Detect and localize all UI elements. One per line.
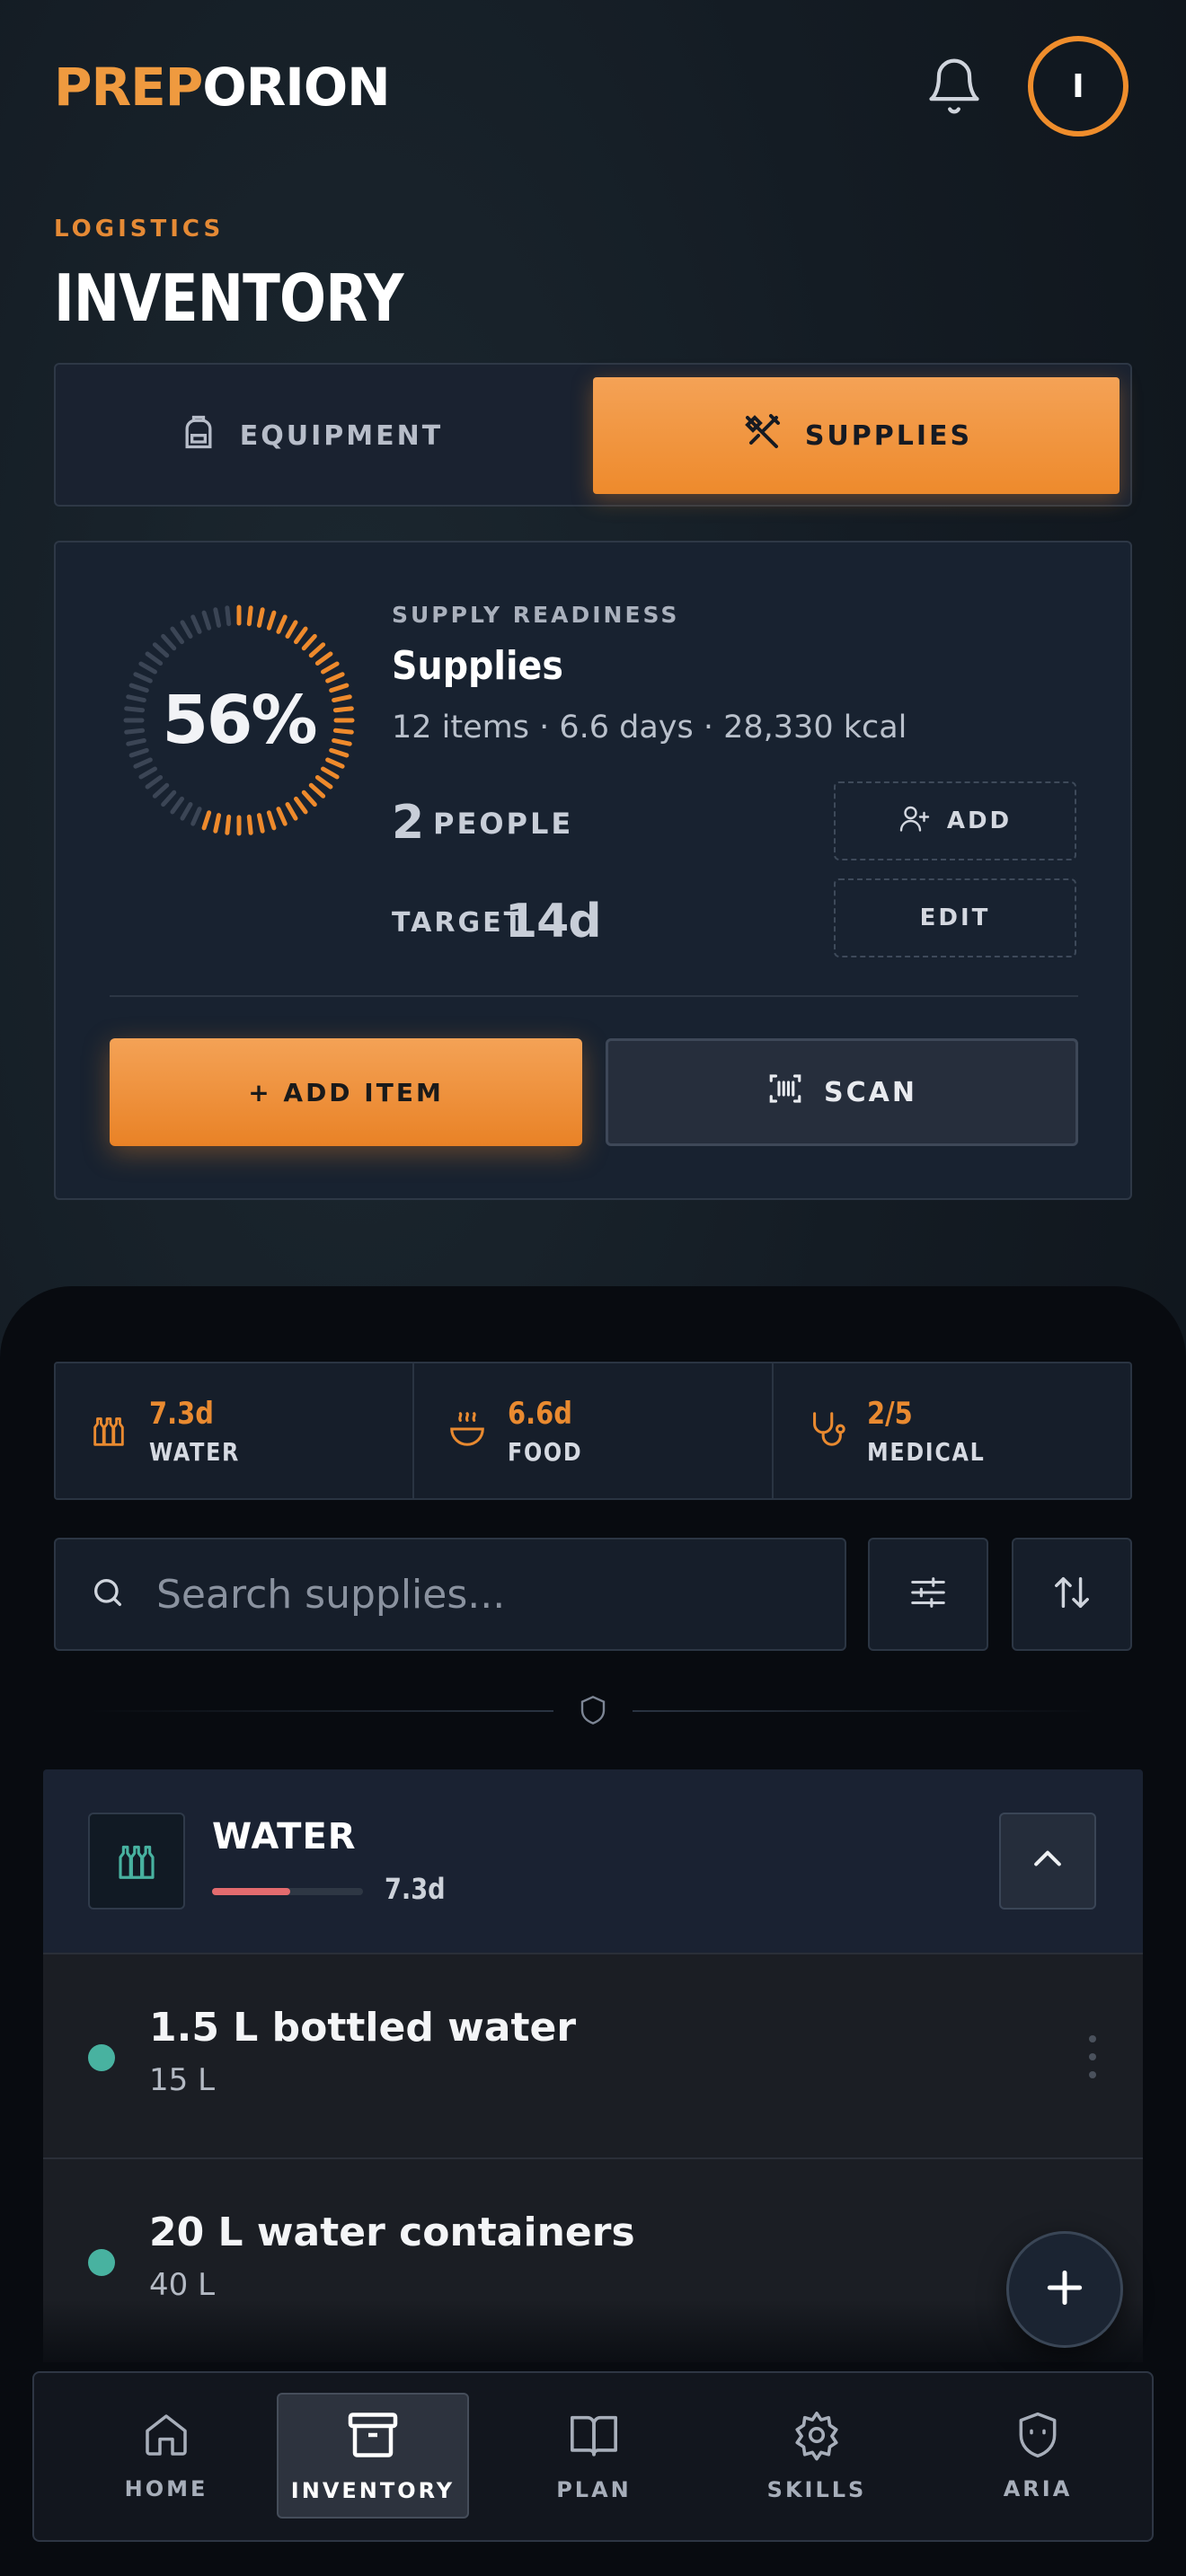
nav-skills-label: SKILLS: [766, 2477, 867, 2502]
category-progress-fill: [212, 1888, 291, 1895]
logo-wordmark: PREPORION: [54, 57, 391, 118]
tab-supplies-label: SUPPLIES: [804, 419, 973, 452]
readiness-percent: 56%: [162, 682, 317, 759]
chevron-up-icon: [1028, 1839, 1067, 1883]
page-title: INVENTORY: [54, 260, 403, 336]
tab-equipment-label: EQUIPMENT: [239, 419, 444, 452]
backpack-icon: [179, 412, 218, 459]
section-divider-right: [633, 1710, 1096, 1712]
summary-water-value: 7.3d: [149, 1395, 214, 1432]
status-dot: [88, 2044, 115, 2071]
nav-skills[interactable]: SKILLS: [721, 2393, 913, 2519]
book-icon: [568, 2409, 620, 2465]
summary-medical-label: MEDICAL: [866, 1436, 986, 1467]
summary-food[interactable]: 6.6d FOOD: [414, 1363, 774, 1498]
home-icon: [141, 2410, 191, 2464]
archive-box-icon: [346, 2408, 400, 2466]
nav-home[interactable]: HOME: [70, 2393, 262, 2519]
scan-button[interactable]: SCAN: [606, 1038, 1078, 1146]
stethoscope-icon: [806, 1408, 847, 1453]
collapse-category-button[interactable]: [999, 1813, 1096, 1910]
search-field[interactable]: Search supplies...: [54, 1538, 846, 1651]
status-dot: [88, 2249, 115, 2276]
summary-water[interactable]: 7.3d WATER: [56, 1363, 415, 1498]
sliders-icon: [907, 1572, 949, 1617]
tab-supplies[interactable]: SUPPLIES: [593, 377, 1120, 494]
app-logo: PREPORION: [54, 47, 391, 128]
bottles-icon: [88, 1408, 129, 1453]
category-days: 7.3d: [385, 1872, 446, 1906]
add-person-button[interactable]: ADD: [834, 781, 1076, 860]
target-value: 14d: [505, 895, 602, 948]
category-header-water[interactable]: WATER 7.3d: [43, 1769, 1143, 1953]
list-fade: [43, 2299, 1143, 2371]
supply-readiness-card: 56% SUPPLY READINESS Supplies 12 items ·…: [54, 541, 1132, 1200]
list-item[interactable]: 1.5 L bottled water 15 L: [43, 1953, 1143, 2157]
page-eyebrow: LOGISTICS: [54, 216, 225, 243]
summary-medical-value: 2/5: [866, 1395, 913, 1432]
people-count: 2: [392, 796, 425, 850]
category-tabs: EQUIPMENT SUPPLIES: [54, 363, 1132, 507]
gear-icon: [791, 2409, 843, 2465]
bottom-navigation: HOME INVENTORY PLAN SKILLS ARIA: [32, 2371, 1154, 2542]
add-item-button[interactable]: + ADD ITEM: [110, 1038, 582, 1146]
card-divider: [110, 995, 1078, 997]
shield-icon: [579, 1694, 607, 1726]
nav-plan[interactable]: PLAN: [498, 2393, 690, 2519]
plus-icon: [1042, 2265, 1087, 2314]
nav-inventory-label: INVENTORY: [290, 2478, 456, 2503]
user-avatar[interactable]: I: [1028, 36, 1128, 137]
tab-equipment[interactable]: EQUIPMENT: [68, 377, 553, 494]
supply-summary-bar: 7.3d WATER 6.6d FOOD 2/5 MEDICAL: [54, 1362, 1132, 1500]
sort-arrows-icon: [1051, 1572, 1093, 1617]
bowl-icon: [447, 1408, 488, 1453]
add-item-label: + ADD ITEM: [248, 1077, 444, 1107]
item-name: 1.5 L bottled water: [149, 2005, 577, 2051]
category-title: WATER: [212, 1816, 357, 1857]
edit-target-button[interactable]: EDIT: [834, 878, 1076, 957]
edit-target-label: EDIT: [919, 904, 991, 931]
nav-aria[interactable]: ARIA: [942, 2393, 1134, 2519]
add-fab-button[interactable]: [1006, 2231, 1123, 2348]
nav-aria-label: ARIA: [1003, 2476, 1073, 2501]
summary-water-label: WATER: [149, 1436, 241, 1467]
summary-medical[interactable]: 2/5 MEDICAL: [774, 1363, 1130, 1498]
people-label: PEOPLE: [433, 807, 574, 841]
readiness-stats: 12 items · 6.6 days · 28,330 kcal: [392, 710, 907, 745]
summary-food-label: FOOD: [508, 1436, 583, 1467]
category-icon: [88, 1813, 185, 1910]
notifications-bell-icon[interactable]: [924, 56, 985, 117]
scan-label: SCAN: [824, 1076, 917, 1108]
utensils-icon: [740, 410, 783, 461]
sort-button[interactable]: [1012, 1538, 1132, 1651]
filter-button[interactable]: [868, 1538, 988, 1651]
readiness-title: Supplies: [392, 643, 563, 689]
nav-plan-label: PLAN: [556, 2477, 632, 2502]
search-input[interactable]: Search supplies...: [156, 1572, 505, 1618]
item-quantity: 40 L: [149, 2267, 216, 2303]
summary-food-value: 6.6d: [508, 1395, 573, 1432]
shield-face-icon: [1013, 2410, 1063, 2464]
nav-inventory[interactable]: INVENTORY: [277, 2393, 469, 2519]
item-quantity: 15 L: [149, 2062, 216, 2098]
user-plus-icon: [898, 802, 931, 841]
add-person-label: ADD: [946, 807, 1013, 834]
item-name: 20 L water containers: [149, 2210, 635, 2255]
search-icon: [90, 1575, 126, 1614]
nav-home-label: HOME: [124, 2476, 208, 2501]
barcode-scan-icon: [766, 1070, 804, 1115]
section-divider-left: [90, 1710, 553, 1712]
bottles-icon: [112, 1835, 161, 1887]
more-options-icon[interactable]: [1087, 2030, 1098, 2084]
readiness-eyebrow: SUPPLY READINESS: [392, 602, 680, 628]
